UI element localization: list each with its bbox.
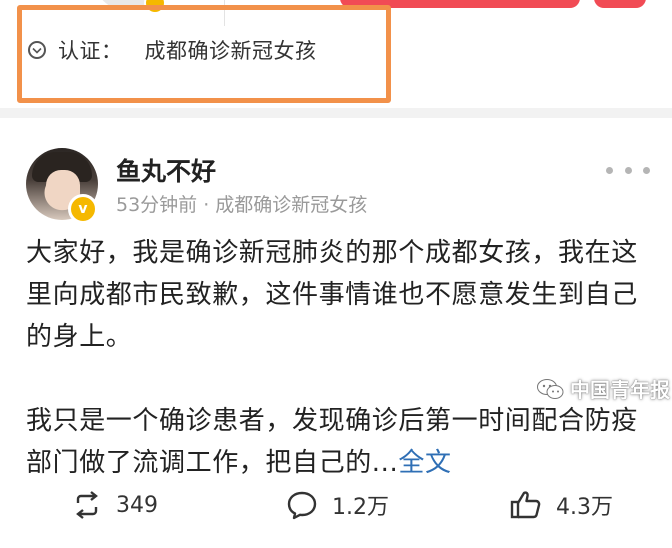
watermark-text: 中国青年报	[570, 378, 670, 402]
repost-button[interactable]: 349	[72, 480, 158, 530]
post-text: 大家好，我是确诊新冠肺炎的那个成都女孩，我在这里向成都市民致歉，这件事情谁也不愿…	[26, 232, 646, 484]
like-icon	[510, 491, 541, 519]
action-bar: 349 1.2万 4.3万	[0, 480, 672, 530]
watermark: 中国青年报	[536, 374, 670, 403]
comment-icon	[287, 491, 317, 520]
post-paragraph-text: 我只是一个确诊患者，发现确诊后第一时间配合防疫部门做了流调工作，把自己的...	[26, 406, 638, 478]
like-button[interactable]: 4.3万	[510, 480, 613, 530]
highlight-annotation	[17, 5, 391, 103]
post-card: v 鱼丸不好 53分钟前 · 成都确诊新冠女孩 大家好，我是确诊新冠肺炎的那个成…	[0, 118, 672, 548]
profile-menu-button[interactable]	[594, 0, 646, 8]
wechat-icon	[537, 378, 564, 399]
post-paragraph: 我只是一个确诊患者，发现确诊后第一时间配合防疫部门做了流调工作，把自己的...全…	[26, 400, 646, 484]
verified-badge-icon: v	[68, 194, 98, 224]
post-paragraph: 大家好，我是确诊新冠肺炎的那个成都女孩，我在这里向成都市民致歉，这件事情谁也不愿…	[26, 238, 638, 352]
full-text-link[interactable]: 全文	[398, 448, 451, 478]
repost-icon	[76, 491, 98, 519]
like-count: 4.3万	[556, 495, 613, 520]
comment-button[interactable]: 1.2万	[286, 480, 389, 530]
comment-count: 1.2万	[332, 495, 389, 520]
section-divider	[0, 108, 672, 118]
repost-count: 349	[116, 492, 158, 518]
post-meta: 53分钟前 · 成都确诊新冠女孩	[116, 194, 368, 216]
more-dots-icon[interactable]	[606, 158, 650, 182]
author-name[interactable]: 鱼丸不好	[116, 152, 216, 188]
profile-header: 认证： 成都确诊新冠女孩	[0, 0, 672, 108]
